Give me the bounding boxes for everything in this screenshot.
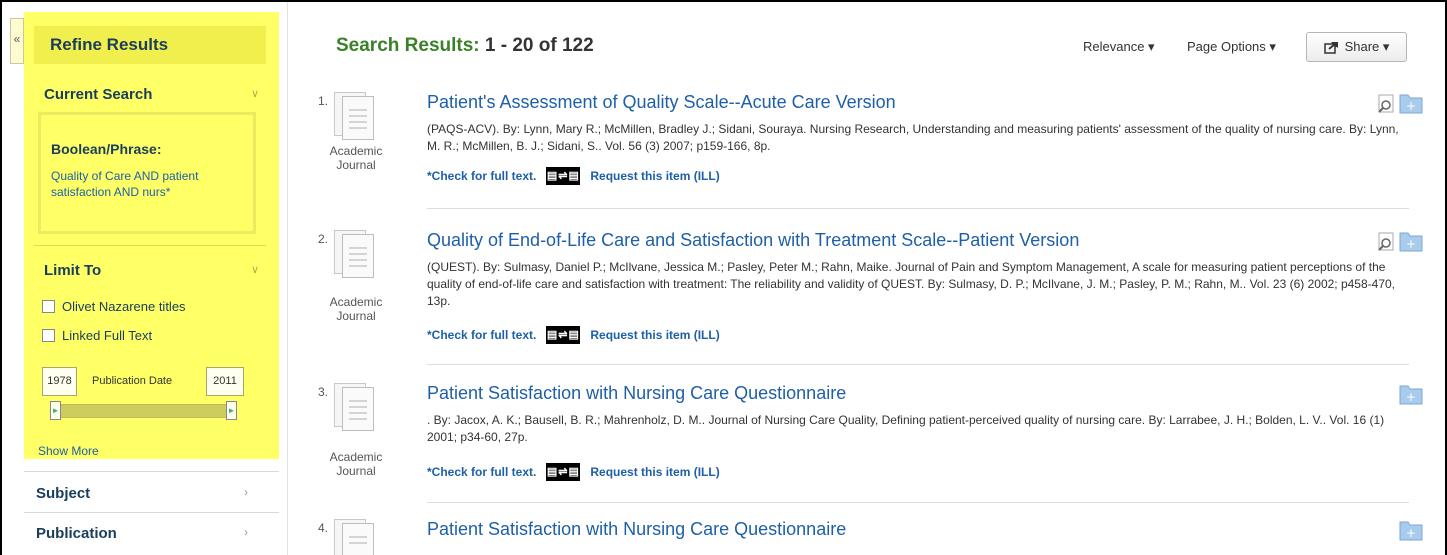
limit-olivet-checkbox[interactable]: Olivet Nazarene titles xyxy=(42,299,186,314)
result-description: (QUEST). By: Sulmasy, Daniel P.; McIlvan… xyxy=(427,260,1396,308)
result-item: 2. Academic Journal Quality of End-of-Li… xyxy=(312,230,1423,350)
add-to-folder-icon[interactable]: + xyxy=(1399,519,1423,541)
results-label: Search Results: xyxy=(336,35,480,56)
page-options-dropdown[interactable]: Page Options ▾ xyxy=(1187,39,1276,55)
date-slider-start-handle[interactable]: ► xyxy=(50,401,61,420)
svg-text:+: + xyxy=(1406,390,1416,404)
facet-list: Subject › Publication › xyxy=(24,459,279,555)
result-description: (PAQS-ACV). By: Lynn, Mary R.; McMillen,… xyxy=(427,122,1399,153)
search-query-text[interactable]: Quality of Care AND patient satisfaction… xyxy=(51,168,243,200)
result-title-link[interactable]: Patient's Assessment of Quality Scale--A… xyxy=(427,92,896,113)
chevron-right-icon[interactable]: › xyxy=(244,485,248,499)
result-number: 1. xyxy=(318,94,329,108)
result-links: *Check for full text. ▤⇌▤ Request this i… xyxy=(427,463,720,481)
facet-divider xyxy=(24,512,279,513)
date-slider-track[interactable] xyxy=(52,404,236,418)
add-to-folder-icon[interactable]: + xyxy=(1399,92,1423,114)
share-arrow-icon xyxy=(1323,41,1338,54)
preview-magnifier-icon[interactable] xyxy=(1377,232,1397,252)
results-range: 1 - 20 of 122 xyxy=(484,35,594,56)
result-links: *Check for full text. ▤⇌▤ Request this i… xyxy=(427,167,720,185)
checkbox-icon[interactable] xyxy=(42,329,55,342)
refine-results-title: Refine Results xyxy=(34,26,266,64)
document-thumbnail-icon[interactable] xyxy=(334,92,374,142)
date-from-input[interactable]: 1978 xyxy=(42,367,77,396)
result-divider xyxy=(427,502,1409,503)
request-item-link[interactable]: Request this item (ILL) xyxy=(590,465,719,479)
document-thumbnail-icon[interactable] xyxy=(334,519,374,555)
chevron-right-icon[interactable]: › xyxy=(244,525,248,539)
share-button[interactable]: Share ▾ xyxy=(1306,32,1407,62)
chevron-down-icon[interactable]: ∨ xyxy=(251,263,259,276)
request-item-link[interactable]: Request this item (ILL) xyxy=(590,169,719,183)
results-count-heading: Search Results: 1 - 20 of 122 xyxy=(336,35,594,57)
current-search-header[interactable]: Current Search xyxy=(44,86,152,103)
add-to-folder-icon[interactable]: + xyxy=(1399,383,1423,405)
check-full-text-link[interactable]: *Check for full text. xyxy=(427,465,536,479)
add-to-folder-icon[interactable]: + xyxy=(1399,230,1423,252)
refine-sidebar: Refine Results Current Search ∨ Boolean/… xyxy=(24,12,279,459)
result-title-link[interactable]: Patient Satisfaction with Nursing Care Q… xyxy=(427,519,846,540)
limit-full-text-checkbox[interactable]: Linked Full Text xyxy=(42,328,152,343)
date-slider-end-handle[interactable]: ► xyxy=(226,401,237,420)
result-divider xyxy=(427,208,1409,209)
publication-type-label: Academic Journal xyxy=(329,295,383,323)
limit-option-label: Olivet Nazarene titles xyxy=(62,299,186,314)
result-item: 3. Academic Journal Patient Satisfaction… xyxy=(312,383,1423,493)
link-resolver-icon[interactable]: ▤⇌▤ xyxy=(546,167,581,185)
result-number: 3. xyxy=(318,385,329,399)
preview-magnifier-icon[interactable] xyxy=(1377,94,1397,114)
publication-date-label: Publication Date xyxy=(92,375,173,387)
date-to-input[interactable]: 2011 xyxy=(206,367,244,396)
facet-publication[interactable]: Publication xyxy=(36,525,117,542)
show-more-link[interactable]: Show More xyxy=(38,444,99,458)
link-resolver-icon[interactable]: ▤⇌▤ xyxy=(546,326,581,344)
result-number: 4. xyxy=(318,521,329,535)
publication-type-label: Academic Journal xyxy=(329,144,383,172)
current-search-box: Boolean/Phrase: Quality of Care AND pati… xyxy=(38,112,256,234)
publication-type-label: Academic Journal xyxy=(329,450,383,478)
sidebar-divider xyxy=(34,245,266,246)
chevron-down-icon[interactable]: ∨ xyxy=(251,87,259,100)
search-mode-label: Boolean/Phrase: xyxy=(51,141,162,157)
collapse-sidebar-button[interactable]: « xyxy=(10,18,24,64)
app-frame: « Refine Results Current Search ∨ Boolea… xyxy=(0,0,1447,555)
check-full-text-link[interactable]: *Check for full text. xyxy=(427,169,536,183)
limit-to-header[interactable]: Limit To xyxy=(44,262,101,279)
svg-text:+: + xyxy=(1406,526,1416,540)
result-description: . By: Jacox, A. K.; Bausell, B. R.; Mahr… xyxy=(427,413,1385,444)
result-links: *Check for full text. ▤⇌▤ Request this i… xyxy=(427,326,720,344)
svg-text:+: + xyxy=(1406,237,1416,251)
document-thumbnail-icon[interactable] xyxy=(334,383,374,433)
result-title-link[interactable]: Quality of End-of-Life Care and Satisfac… xyxy=(427,230,1079,251)
relevance-sort-dropdown[interactable]: Relevance ▾ xyxy=(1083,39,1155,55)
document-thumbnail-icon[interactable] xyxy=(334,230,374,280)
facet-divider xyxy=(24,471,279,472)
request-item-link[interactable]: Request this item (ILL) xyxy=(590,328,719,342)
checkbox-icon[interactable] xyxy=(42,300,55,313)
link-resolver-icon[interactable]: ▤⇌▤ xyxy=(546,463,581,481)
result-item: 4. Patient Satisfaction with Nursing Car… xyxy=(312,519,1423,555)
result-number: 2. xyxy=(318,232,329,246)
result-title-link[interactable]: Patient Satisfaction with Nursing Care Q… xyxy=(427,383,846,404)
result-item: 1. Academic Journal Patient's Assessment… xyxy=(312,92,1423,202)
column-separator xyxy=(287,2,288,555)
check-full-text-link[interactable]: *Check for full text. xyxy=(427,328,536,342)
limit-to-label: Limit To xyxy=(44,262,102,279)
svg-text:+: + xyxy=(1406,99,1416,113)
current-search-label: Current Search xyxy=(44,86,153,103)
share-label: Share ▾ xyxy=(1344,39,1390,54)
result-divider xyxy=(427,364,1409,365)
facet-subject[interactable]: Subject xyxy=(36,485,90,502)
limit-option-label: Linked Full Text xyxy=(62,328,153,343)
